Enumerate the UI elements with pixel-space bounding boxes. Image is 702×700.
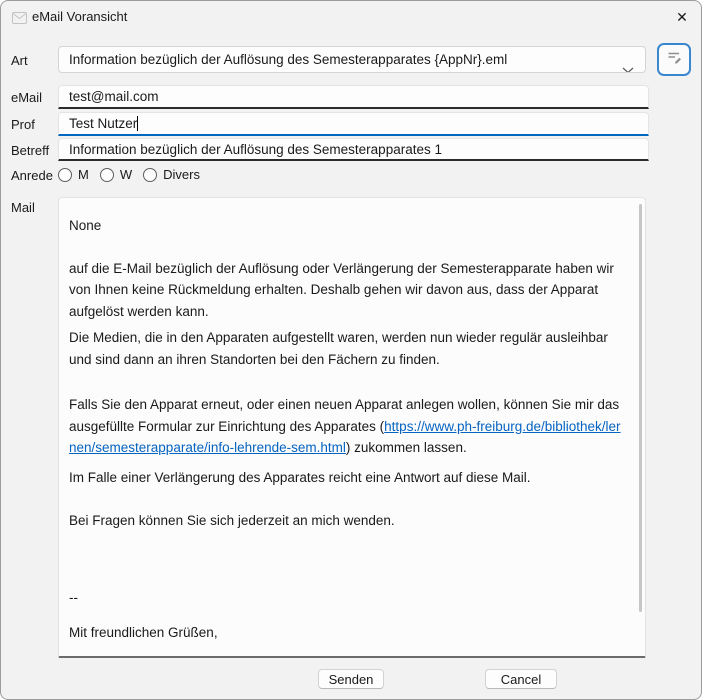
anrede-radio-m[interactable]: M (58, 167, 89, 182)
radio-unchecked-icon[interactable] (58, 168, 72, 182)
anrede-radio-divers[interactable]: Divers (143, 167, 200, 182)
radio-label-m: M (78, 167, 89, 182)
anrede-label: Anrede (11, 168, 53, 183)
email-preview-dialog: eMail Voransicht ✕ Art Information bezüg… (0, 0, 702, 700)
art-label: Art (11, 53, 28, 68)
send-button[interactable]: Senden (318, 669, 384, 689)
window-title: eMail Voransicht (32, 9, 127, 24)
mail-paragraph: Bei Fragen können Sie sich jederzeit an … (69, 510, 625, 532)
mail-paragraph: None (69, 215, 625, 237)
titlebar: eMail Voransicht ✕ (1, 1, 701, 33)
email-value: test@mail.com (69, 89, 158, 104)
betreff-input[interactable]: Information bezüglich der Auflösung des … (58, 138, 649, 161)
scrollbar-thumb[interactable] (639, 204, 642, 612)
mail-label: Mail (11, 200, 35, 215)
mail-paragraph: -- (69, 587, 625, 609)
art-template-select[interactable]: Information bezüglich der Auflösung des … (58, 46, 646, 73)
mail-paragraph: auf die E-Mail bezüglich der Auflösung o… (69, 258, 625, 323)
close-icon[interactable]: ✕ (671, 7, 693, 27)
prof-input[interactable]: Test Nutzer (58, 112, 649, 136)
radio-unchecked-icon[interactable] (143, 168, 157, 182)
mail-link[interactable]: https://www.ph-freiburg.de/bibliothek/le… (69, 419, 621, 456)
envelope-icon (12, 11, 27, 29)
email-label: eMail (11, 90, 42, 105)
mail-paragraph: Die Medien, die in den Apparaten aufgest… (69, 327, 625, 370)
radio-label-w: W (120, 167, 132, 182)
edit-note-icon (666, 49, 683, 70)
mail-body: None auf die E-Mail bezüglich der Auflösu… (69, 215, 625, 658)
email-input[interactable]: test@mail.com (58, 85, 649, 109)
betreff-value: Information bezüglich der Auflösung des … (69, 142, 442, 157)
mail-body-textarea[interactable]: None auf die E-Mail bezüglich der Auflösu… (58, 197, 646, 658)
edit-template-button[interactable] (657, 43, 691, 76)
mail-paragraph: Im Falle einer Verlängerung des Apparate… (69, 467, 625, 489)
cancel-button[interactable]: Cancel (485, 669, 557, 689)
betreff-label: Betreff (11, 143, 49, 158)
art-selected-value: Information bezüglich der Auflösung des … (69, 52, 507, 67)
prof-value: Test Nutzer (69, 116, 137, 131)
mail-paragraph: Alexander Kirchner (69, 653, 625, 659)
mail-paragraph: Mit freundlichen Grüßen, (69, 622, 625, 644)
anrede-radio-w[interactable]: W (100, 167, 132, 182)
radio-unchecked-icon[interactable] (100, 168, 114, 182)
anrede-radio-group: M W Divers (58, 167, 211, 182)
chevron-down-icon (622, 57, 634, 73)
radio-label-divers: Divers (163, 167, 200, 182)
mail-paragraph: Falls Sie den Apparat erneut, oder einen… (69, 394, 625, 459)
prof-label: Prof (11, 117, 35, 132)
text-cursor (137, 116, 138, 131)
